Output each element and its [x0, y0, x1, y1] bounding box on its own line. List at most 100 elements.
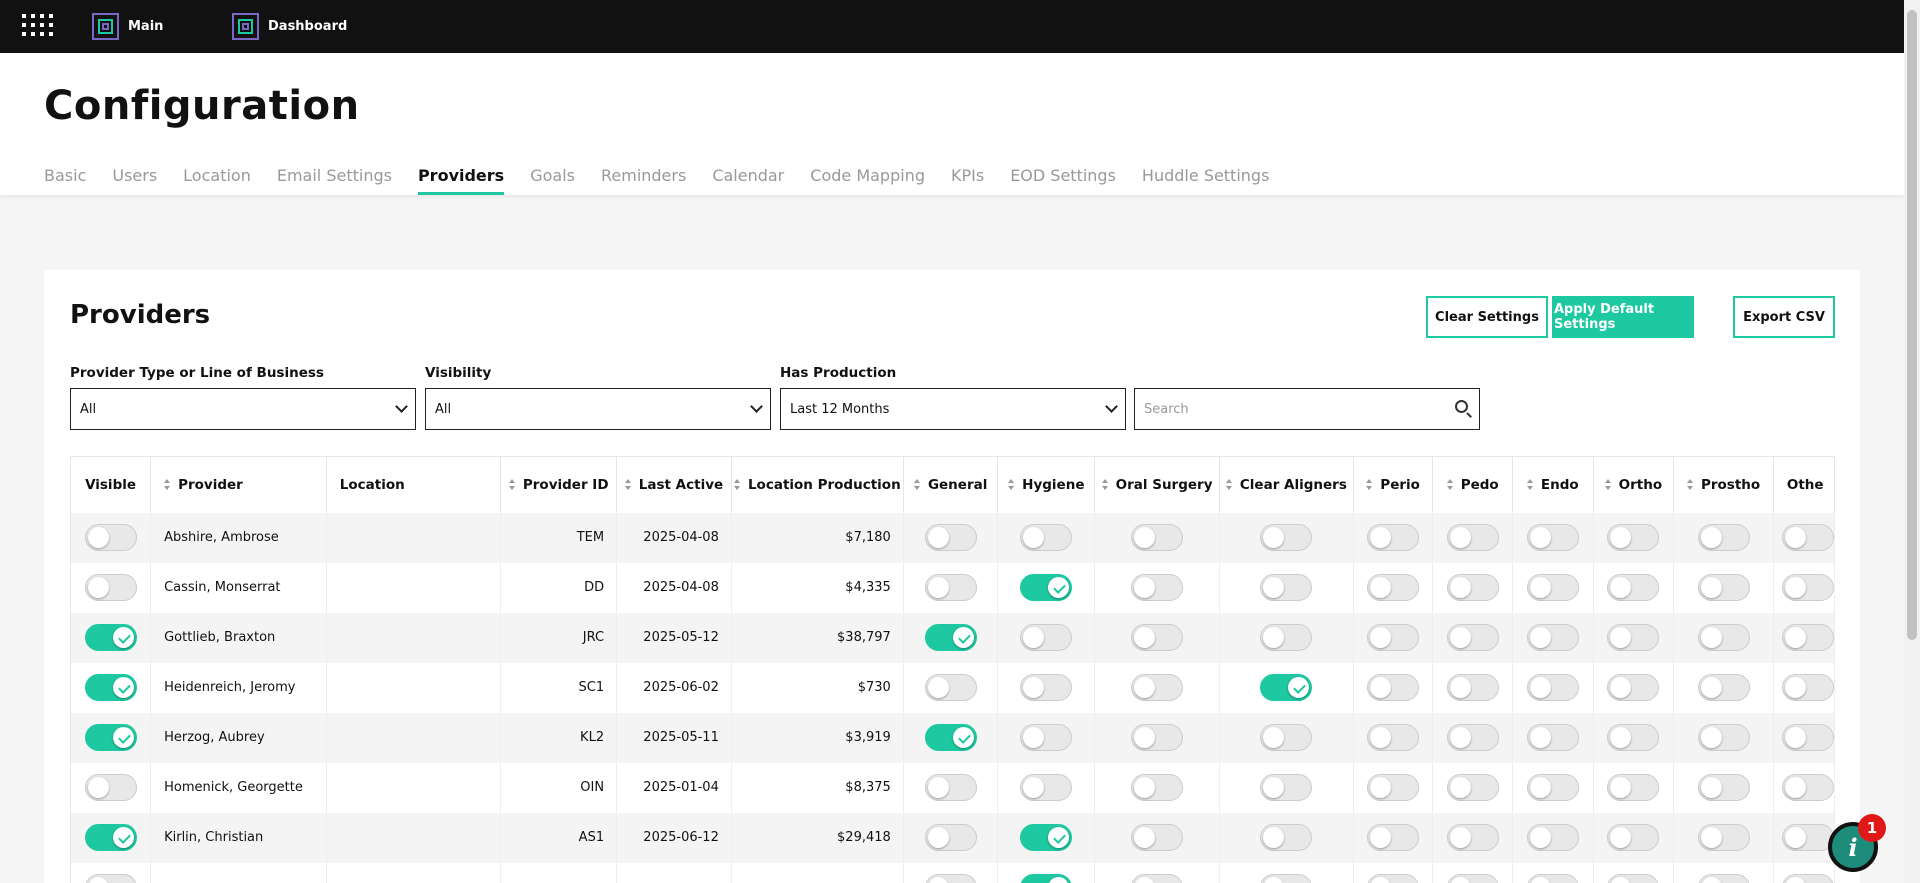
provider-type-select[interactable]: All [70, 388, 416, 430]
ortho-toggle[interactable] [1607, 524, 1660, 551]
sort-icon[interactable] [1225, 479, 1233, 491]
clear-aligners-toggle[interactable] [1260, 524, 1313, 551]
clear-aligners-toggle[interactable] [1260, 774, 1313, 801]
column-header-hygiene[interactable]: Hygiene [997, 456, 1096, 513]
clear-aligners-toggle[interactable] [1260, 574, 1313, 601]
endo-toggle[interactable] [1526, 674, 1579, 701]
ortho-toggle[interactable] [1607, 824, 1660, 851]
othe-toggle[interactable] [1781, 774, 1834, 801]
tab-location[interactable]: Location [183, 166, 251, 195]
prostho-toggle[interactable] [1697, 874, 1750, 883]
table-row[interactable]: Kirlin, Christian AS1 2025-06-12 $29,418 [71, 812, 1835, 863]
visible-toggle[interactable] [84, 724, 137, 751]
column-header-prostho[interactable]: Prostho [1673, 456, 1774, 513]
visible-toggle[interactable] [84, 574, 137, 601]
column-header-last-active[interactable]: Last Active [616, 456, 732, 513]
tab-calendar[interactable]: Calendar [712, 166, 784, 195]
sort-icon[interactable] [624, 479, 632, 491]
prostho-toggle[interactable] [1697, 724, 1750, 751]
ortho-toggle[interactable] [1607, 874, 1660, 883]
clear-aligners-toggle[interactable] [1260, 674, 1313, 701]
column-header-visible[interactable]: Visible [71, 456, 152, 513]
pedo-toggle[interactable] [1446, 774, 1499, 801]
column-header-endo[interactable]: Endo [1512, 456, 1594, 513]
perio-toggle[interactable] [1367, 674, 1420, 701]
column-header-location-production[interactable]: Location Production [731, 456, 904, 513]
search-icon[interactable] [1455, 400, 1468, 413]
tab-providers[interactable]: Providers [417, 166, 505, 195]
ortho-toggle[interactable] [1607, 574, 1660, 601]
sort-icon[interactable] [1526, 479, 1534, 491]
tab-users[interactable]: Users [112, 166, 157, 195]
visible-toggle[interactable] [84, 674, 137, 701]
visible-toggle[interactable] [84, 824, 137, 851]
oral-surgery-toggle[interactable] [1131, 774, 1184, 801]
sort-icon[interactable] [913, 479, 921, 491]
sort-icon[interactable] [1604, 479, 1612, 491]
sort-icon[interactable] [733, 479, 741, 491]
perio-toggle[interactable] [1367, 574, 1420, 601]
perio-toggle[interactable] [1367, 774, 1420, 801]
tab-kpis[interactable]: KPIs [951, 166, 984, 195]
ortho-toggle[interactable] [1607, 724, 1660, 751]
general-toggle[interactable] [924, 574, 977, 601]
general-toggle[interactable] [924, 774, 977, 801]
table-row[interactable] [71, 862, 1835, 883]
ortho-toggle[interactable] [1607, 774, 1660, 801]
perio-toggle[interactable] [1367, 524, 1420, 551]
column-header-othe[interactable]: Othe [1773, 456, 1835, 513]
sort-icon[interactable] [1686, 479, 1694, 491]
tab-basic[interactable]: Basic [44, 166, 86, 195]
oral-surgery-toggle[interactable] [1131, 724, 1184, 751]
scrollbar-thumb[interactable] [1907, 10, 1917, 640]
search-input[interactable]: Search [1134, 388, 1480, 430]
tab-huddle-settings[interactable]: Huddle Settings [1142, 166, 1269, 195]
sort-icon[interactable] [1366, 479, 1373, 491]
export-csv-button[interactable]: Export CSV [1733, 296, 1835, 338]
column-header-pedo[interactable]: Pedo [1432, 456, 1514, 513]
tab-reminders[interactable]: Reminders [601, 166, 686, 195]
column-header-ortho[interactable]: Ortho [1593, 456, 1675, 513]
general-toggle[interactable] [924, 524, 977, 551]
general-toggle[interactable] [924, 824, 977, 851]
general-toggle[interactable] [924, 624, 977, 651]
column-header-provider-id[interactable]: Provider ID [500, 456, 618, 513]
oral-surgery-toggle[interactable] [1131, 524, 1184, 551]
perio-toggle[interactable] [1367, 874, 1420, 883]
oral-surgery-toggle[interactable] [1131, 574, 1184, 601]
providers-table-container[interactable]: Visible Provider Location Provider ID Last A… [70, 456, 1835, 883]
column-header-general[interactable]: General [903, 456, 999, 513]
sort-icon[interactable] [508, 479, 516, 491]
general-toggle[interactable] [924, 724, 977, 751]
endo-toggle[interactable] [1526, 524, 1579, 551]
endo-toggle[interactable] [1526, 724, 1579, 751]
general-toggle[interactable] [924, 674, 977, 701]
endo-toggle[interactable] [1526, 874, 1579, 883]
apply-default-settings-button[interactable]: Apply Default Settings [1552, 296, 1694, 338]
table-row[interactable]: Cassin, Monserrat DD 2025-04-08 $4,335 [71, 562, 1835, 613]
hygiene-toggle[interactable] [1020, 674, 1073, 701]
visible-toggle[interactable] [84, 624, 137, 651]
oral-surgery-toggle[interactable] [1131, 624, 1184, 651]
hygiene-toggle[interactable] [1020, 774, 1073, 801]
prostho-toggle[interactable] [1697, 574, 1750, 601]
pedo-toggle[interactable] [1446, 824, 1499, 851]
table-row[interactable]: Heidenreich, Jeromy SC1 2025-06-02 $730 [71, 662, 1835, 713]
nav-link-main[interactable]: Main [92, 13, 163, 40]
tab-goals[interactable]: Goals [530, 166, 575, 195]
ortho-toggle[interactable] [1607, 624, 1660, 651]
tab-eod-settings[interactable]: EOD Settings [1010, 166, 1116, 195]
visibility-select[interactable]: All [425, 388, 771, 430]
hygiene-toggle[interactable] [1020, 574, 1073, 601]
general-toggle[interactable] [924, 874, 977, 883]
pedo-toggle[interactable] [1446, 674, 1499, 701]
sort-icon[interactable] [1446, 479, 1454, 491]
prostho-toggle[interactable] [1697, 824, 1750, 851]
othe-toggle[interactable] [1781, 874, 1834, 883]
oral-surgery-toggle[interactable] [1131, 824, 1184, 851]
tab-code-mapping[interactable]: Code Mapping [810, 166, 925, 195]
hygiene-toggle[interactable] [1020, 874, 1073, 883]
hygiene-toggle[interactable] [1020, 524, 1073, 551]
table-row[interactable]: Abshire, Ambrose TEM 2025-04-08 $7,180 [71, 512, 1835, 563]
pedo-toggle[interactable] [1446, 574, 1499, 601]
